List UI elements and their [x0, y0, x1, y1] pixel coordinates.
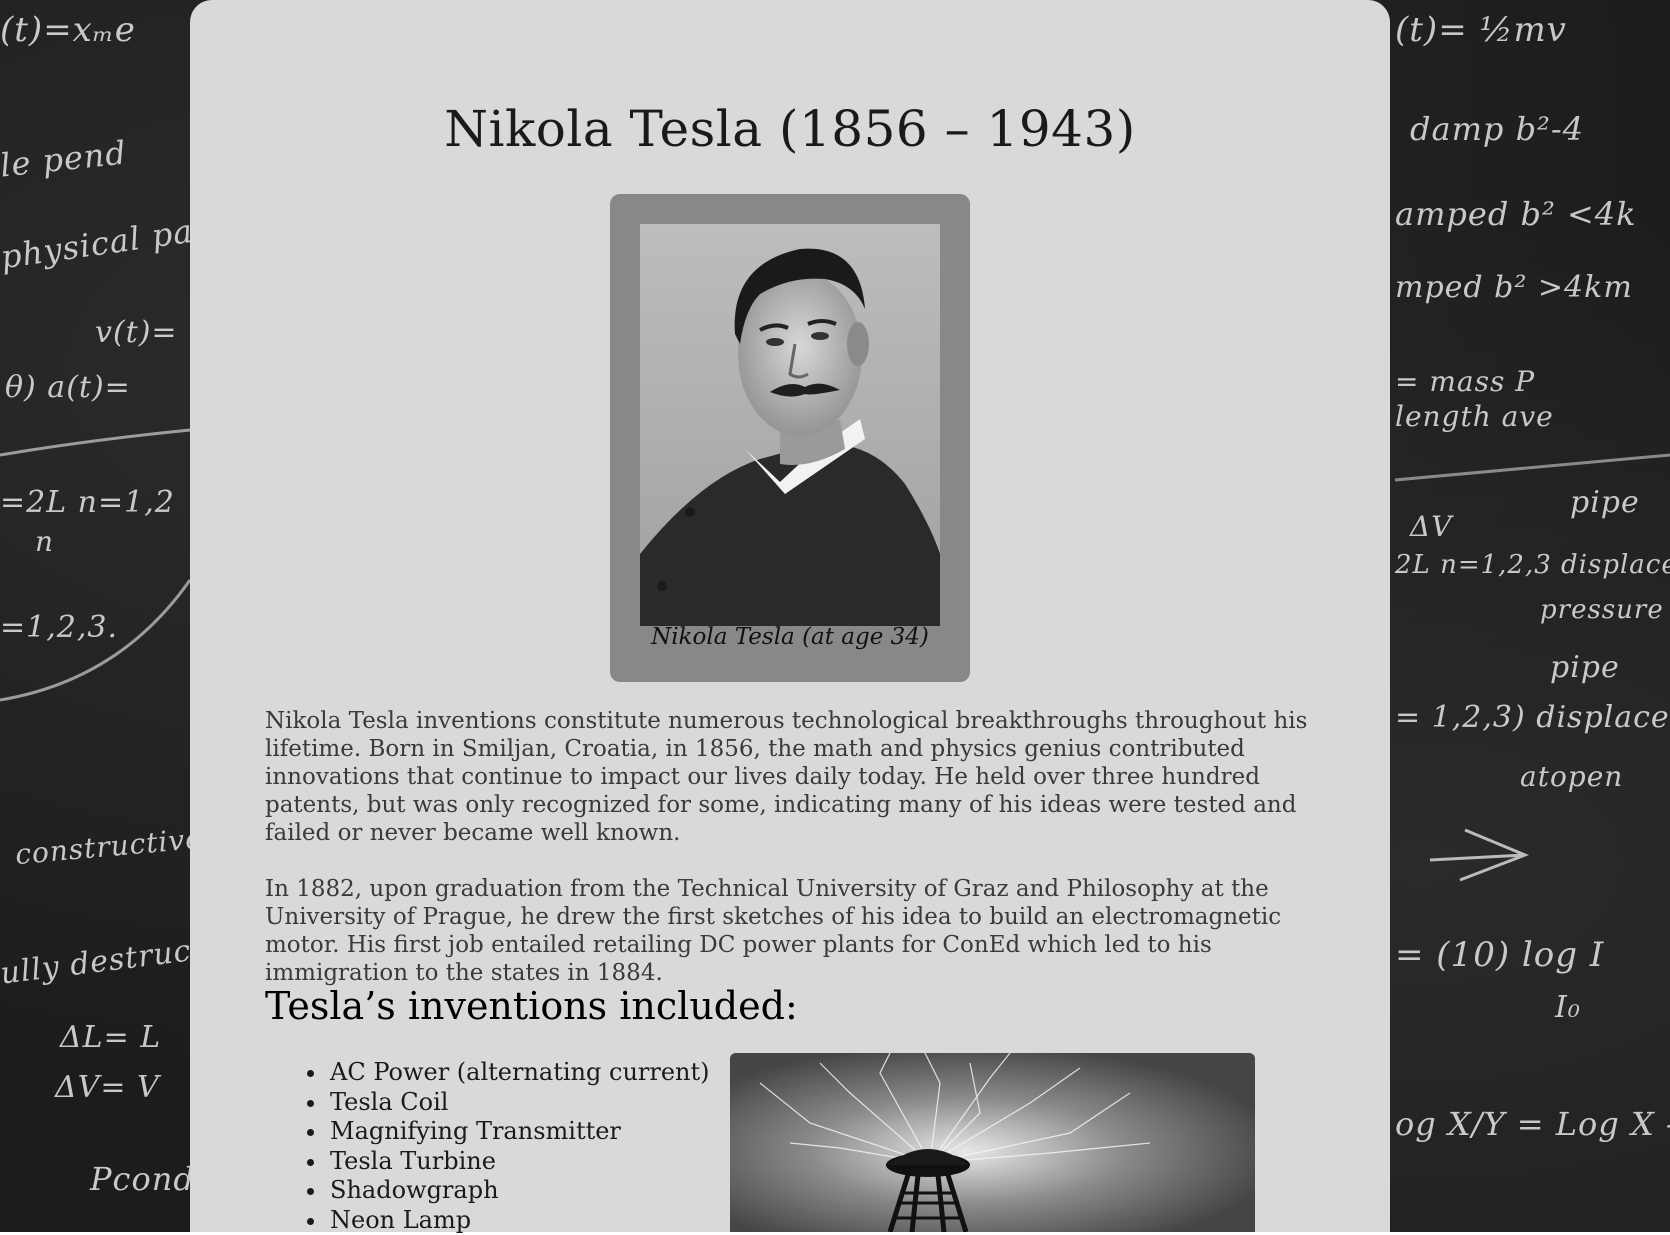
- education-paragraph: In 1882, upon graduation from the Techni…: [265, 875, 1325, 987]
- wardenclyffe-tower-photo: [730, 1053, 1255, 1232]
- tower-illustration: [730, 1053, 1255, 1232]
- tesla-portrait-photo: [640, 224, 940, 626]
- inventions-heading: Tesla’s inventions included:: [265, 984, 798, 1028]
- portrait-illustration: [640, 224, 940, 626]
- portrait-figure: Nikola Tesla (at age 34): [610, 194, 970, 682]
- list-item: Magnifying Transmitter: [328, 1117, 710, 1147]
- inventions-list: AC Power (alternating current) Tesla Coi…: [310, 1058, 710, 1235]
- portrait-caption: Nikola Tesla (at age 34): [610, 624, 970, 650]
- content-panel: Nikola Tesla (1856 – 1943): [190, 0, 1390, 1232]
- list-item: Tesla Coil: [328, 1088, 710, 1118]
- page-title: Nikola Tesla (1856 – 1943): [190, 100, 1390, 158]
- list-item: Neon Lamp: [328, 1206, 710, 1235]
- list-item: Shadowgraph: [328, 1176, 710, 1206]
- list-item: Tesla Turbine: [328, 1147, 710, 1177]
- list-item: AC Power (alternating current): [328, 1058, 710, 1088]
- intro-paragraph: Nikola Tesla inventions constitute numer…: [265, 707, 1325, 847]
